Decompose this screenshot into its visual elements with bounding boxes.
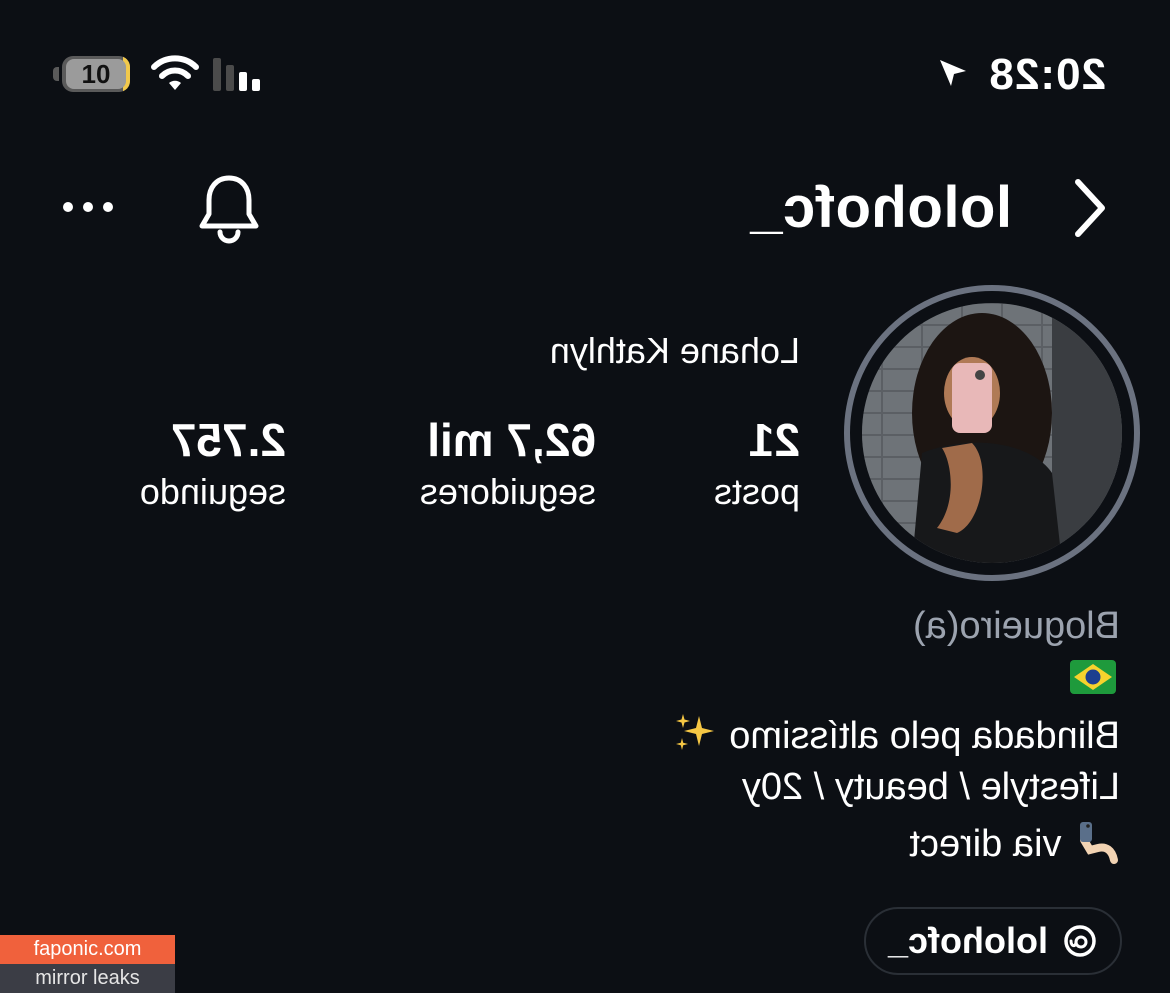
watermark: faponic.com mirror leaks: [0, 935, 175, 993]
battery-level: 10: [81, 59, 111, 89]
display-name: Lohane Kathlyn: [549, 330, 800, 371]
status-time: 20:28: [988, 50, 1106, 99]
bio-line-1-text: Blindada pelo altíssimo: [729, 715, 1120, 757]
stat-followers[interactable]: 62,7 mil seguidores: [420, 414, 596, 514]
threads-icon: [1064, 925, 1096, 957]
selfie-icon: [1080, 822, 1118, 864]
cellular-signal-icon: [213, 58, 260, 91]
brazil-flag-icon: [1070, 660, 1116, 694]
more-dots-icon[interactable]: [60, 194, 116, 220]
threads-link-button[interactable]: lolohofc_: [864, 907, 1122, 975]
stat-following-value: 2.757: [170, 414, 286, 466]
location-arrow-icon: [940, 60, 966, 86]
stat-posts[interactable]: 21 posts: [714, 414, 800, 514]
stat-followers-label: seguidores: [419, 471, 596, 512]
avatar-photo: [862, 303, 1122, 563]
avatar[interactable]: [862, 303, 1122, 563]
battery-tip: [53, 67, 59, 81]
stat-followers-value: 62,7 mil: [427, 414, 596, 466]
stat-posts-value: 21: [748, 414, 800, 466]
stat-following-label: seguindo: [139, 471, 286, 512]
threads-label: lolohofc_: [888, 920, 1048, 961]
profile-screen: 20:28 10 lolohofc_ Lohane Kathlyn 21 pos…: [0, 0, 1170, 993]
bio-line-1: Blindada pelo altíssimo: [673, 712, 1120, 758]
bio-line-3: via direct: [909, 820, 1120, 866]
battery-indicator: 10: [52, 56, 130, 92]
bio-line-3-text: via direct: [909, 823, 1062, 865]
wifi-icon: [151, 55, 199, 90]
sparkles-icon: [675, 714, 714, 750]
mirrored-content: 20:28 10 lolohofc_ Lohane Kathlyn 21 pos…: [0, 0, 1170, 993]
watermark-site: faponic.com: [0, 935, 175, 964]
stat-following[interactable]: 2.757 seguindo: [140, 414, 286, 514]
profile-username-title: lolohofc_: [749, 175, 1012, 240]
bell-icon[interactable]: [196, 172, 262, 244]
profile-category: Blogueiro(a): [913, 605, 1120, 647]
bio-line-2: Lifestyle / beauty / 20y: [741, 766, 1120, 808]
stat-posts-label: posts: [713, 471, 800, 512]
watermark-tagline: mirror leaks: [0, 964, 175, 993]
chevron-left-icon[interactable]: [1070, 178, 1110, 238]
